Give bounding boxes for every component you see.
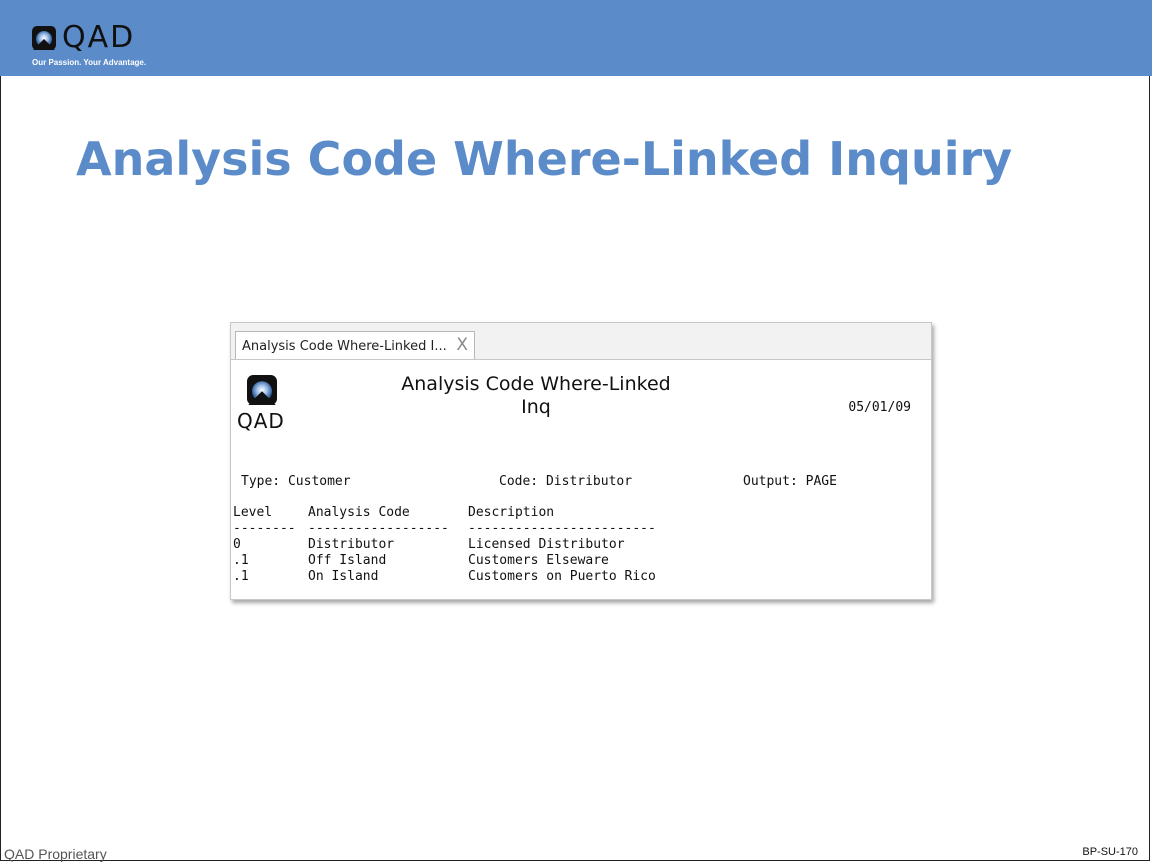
- brand-tagline: Our Passion. Your Advantage.: [32, 58, 147, 67]
- footer-proprietary: QAD Proprietary: [4, 846, 107, 862]
- header-analysis-code: Analysis Code: [308, 505, 410, 520]
- row-analysis-code: Distributor: [308, 537, 395, 552]
- qad-logo-icon: [32, 26, 56, 50]
- brand-name: QAD: [62, 20, 136, 55]
- criteria-output: Output: PAGE: [743, 474, 837, 489]
- qad-brand: QAD Our Passion. Your Advantage.: [32, 20, 192, 72]
- header-description: Description: [468, 505, 555, 520]
- header-level: Level: [233, 505, 273, 520]
- report-title-line1: Analysis Code Where-Linked: [401, 373, 671, 395]
- close-icon[interactable]: X: [456, 335, 468, 355]
- report-title: Analysis Code Where-Linked Inq: [371, 373, 701, 419]
- row-level: 0: [233, 537, 241, 552]
- report-logo: QAD: [237, 375, 301, 435]
- report-logo-text: QAD: [237, 409, 285, 433]
- separator-level: --------: [233, 521, 296, 536]
- row-analysis-code: On Island: [308, 569, 379, 584]
- row-analysis-code: Off Island: [308, 553, 387, 568]
- qad-logo-icon: [247, 375, 277, 405]
- row-description: Customers Elseware: [468, 553, 609, 568]
- row-description: Licensed Distributor: [468, 537, 625, 552]
- separator-description: ------------------------: [468, 521, 656, 536]
- slide-header-bar: QAD Our Passion. Your Advantage.: [0, 0, 1152, 76]
- report-title-line2: Inq: [521, 396, 551, 418]
- row-description: Customers on Puerto Rico: [468, 569, 656, 584]
- tab-strip: Analysis Code Where-Linked I... X: [231, 323, 931, 360]
- tab-analysis-code-inquiry[interactable]: Analysis Code Where-Linked I... X: [235, 331, 475, 359]
- tab-label: Analysis Code Where-Linked I...: [242, 339, 447, 354]
- slide-title: Analysis Code Where-Linked Inquiry: [76, 132, 1013, 186]
- footer-slide-id: BP-SU-170: [1082, 846, 1138, 858]
- separator-analysis-code: ------------------: [308, 521, 449, 536]
- criteria-code: Code: Distributor: [499, 474, 633, 489]
- report-date: 05/01/09: [848, 400, 911, 415]
- row-level: .1: [233, 569, 249, 584]
- criteria-type: Type: Customer: [241, 474, 351, 489]
- inquiry-window: Analysis Code Where-Linked I... X QAD An…: [230, 322, 932, 600]
- row-level: .1: [233, 553, 249, 568]
